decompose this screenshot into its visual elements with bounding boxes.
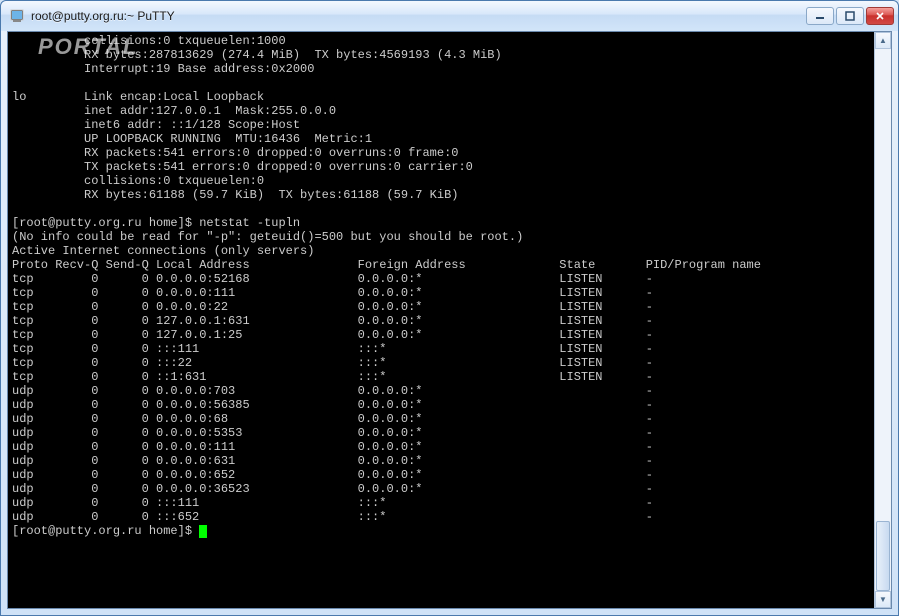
scroll-up-button[interactable]: ▲ <box>875 32 891 49</box>
cursor <box>199 525 207 538</box>
maximize-button[interactable] <box>836 7 864 25</box>
scrollbar[interactable]: ▲ ▼ <box>874 32 891 608</box>
putty-window: root@putty.org.ru:~ PuTTY collisions:0 t… <box>0 0 899 616</box>
window-title: root@putty.org.ru:~ PuTTY <box>31 9 806 23</box>
window-controls <box>806 7 894 25</box>
scroll-track[interactable] <box>875 49 891 591</box>
minimize-button[interactable] <box>806 7 834 25</box>
scroll-down-button[interactable]: ▼ <box>875 591 891 608</box>
terminal-container: collisions:0 txqueuelen:1000 RX bytes:28… <box>7 31 892 609</box>
scroll-thumb[interactable] <box>876 521 890 591</box>
close-button[interactable] <box>866 7 894 25</box>
putty-icon <box>9 8 25 24</box>
titlebar[interactable]: root@putty.org.ru:~ PuTTY <box>1 1 898 31</box>
terminal[interactable]: collisions:0 txqueuelen:1000 RX bytes:28… <box>8 32 874 608</box>
